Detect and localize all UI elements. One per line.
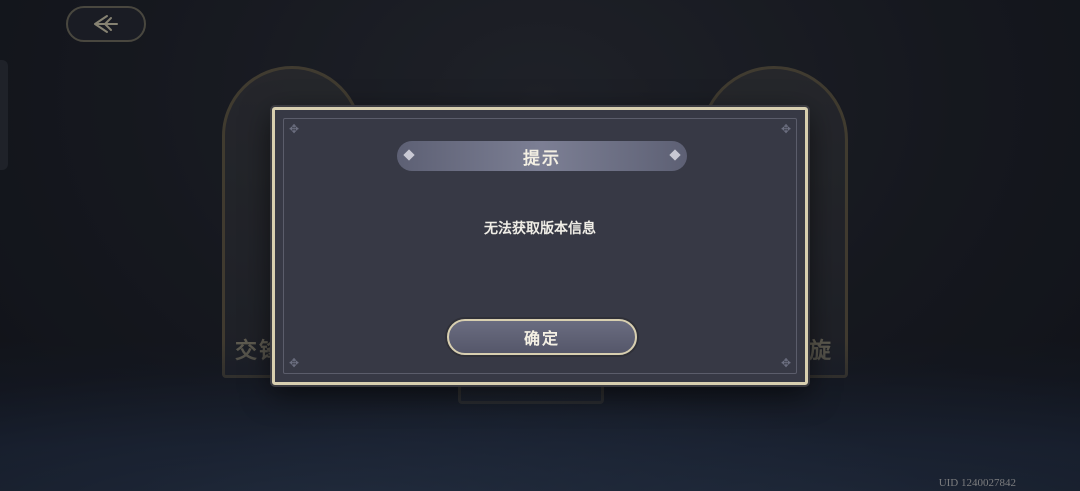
alert-dialog: ✥ ✥ ✥ ✥ 提示 无法获取版本信息 确定 — [272, 107, 808, 385]
corner-ornament-icon: ✥ — [780, 356, 792, 370]
corner-ornament-icon: ✥ — [288, 122, 300, 136]
diamond-ornament-icon — [669, 149, 681, 161]
dialog-message: 无法获取版本信息 — [484, 221, 596, 237]
diamond-ornament-icon — [403, 149, 415, 161]
confirm-button-label: 确定 — [523, 329, 560, 348]
corner-ornament-icon: ✥ — [288, 356, 300, 370]
dialog-title: 提示 — [523, 148, 561, 169]
dialog-title-bar: 提示 — [397, 141, 687, 171]
confirm-button[interactable]: 确定 — [447, 319, 637, 355]
corner-ornament-icon: ✥ — [780, 122, 792, 136]
